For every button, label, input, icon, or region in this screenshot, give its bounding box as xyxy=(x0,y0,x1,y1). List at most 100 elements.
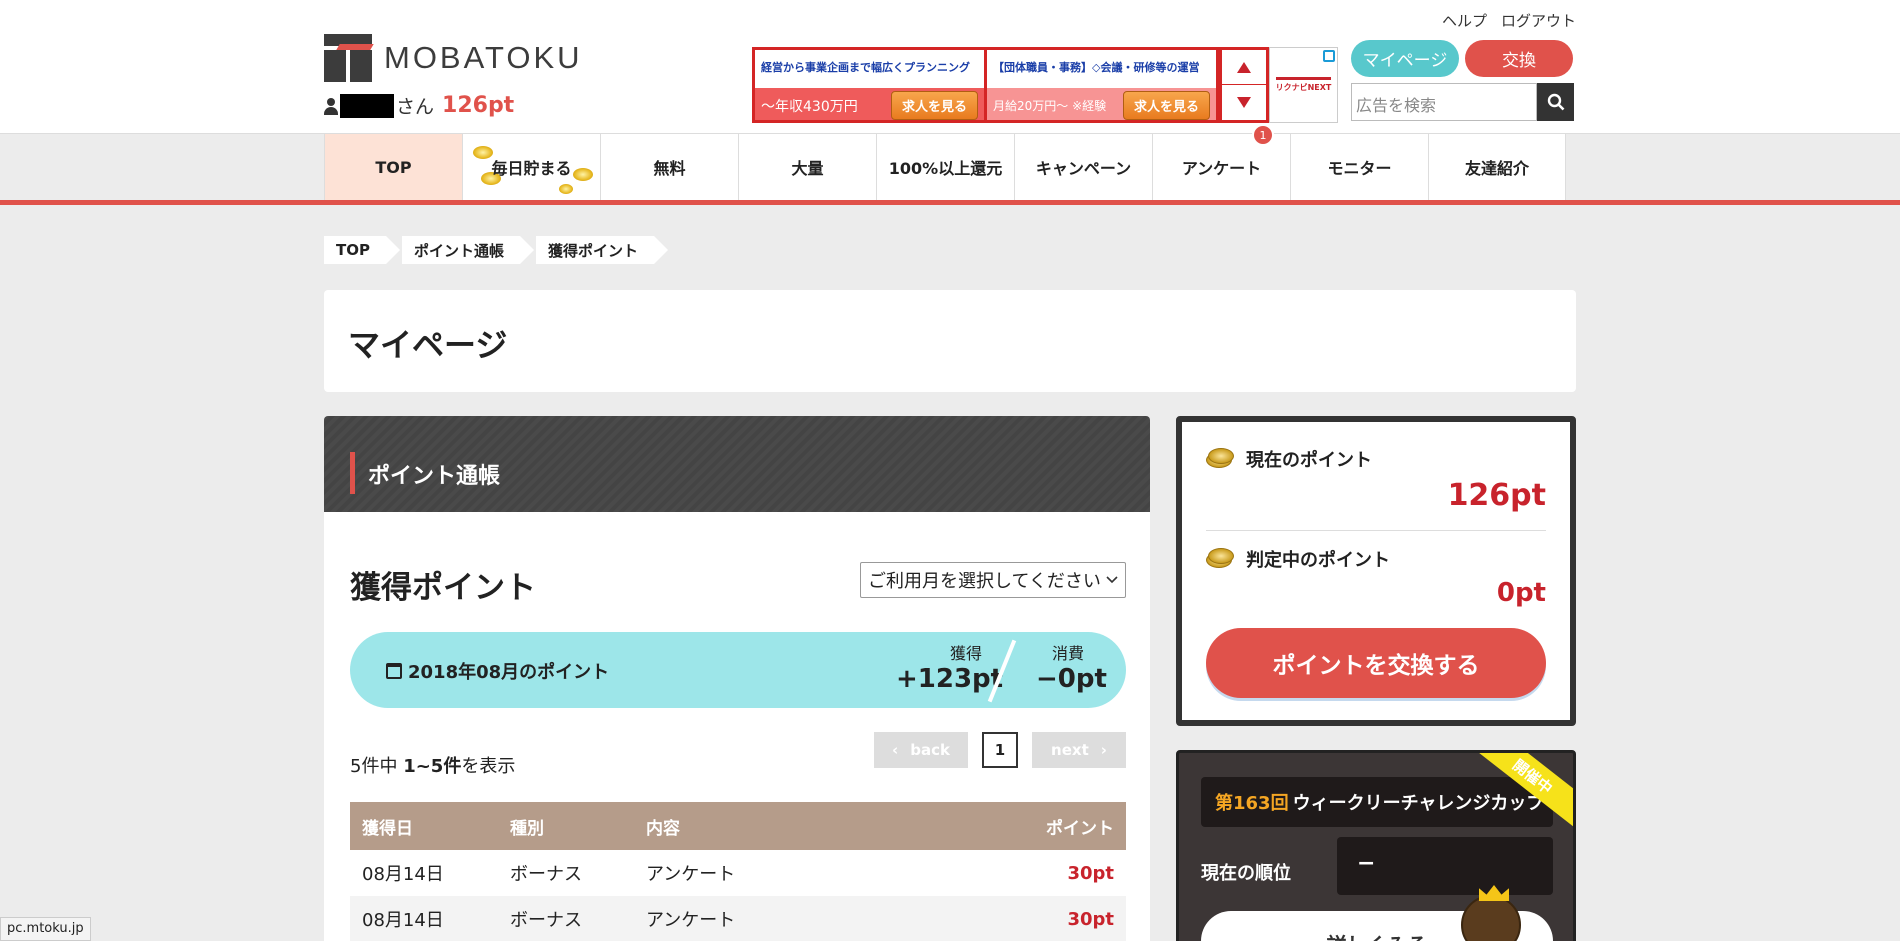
ad-item-2-title: 【団体職員・事務】◇会議・研修等の運営 xyxy=(993,61,1200,74)
result-count-prefix: 5件中 xyxy=(350,756,404,777)
panel-header-accent xyxy=(350,452,355,494)
pending-points-label: 判定中のポイント xyxy=(1246,550,1390,571)
ad-down-button[interactable] xyxy=(1222,85,1266,120)
chevron-right-icon: › xyxy=(1100,741,1107,759)
nav-item-label: 100%以上還元 xyxy=(888,159,1003,178)
user-suffix: さん xyxy=(396,96,435,118)
ad-item-2-salary: 月給20万円～ ※経験 xyxy=(993,99,1107,113)
status-bar-url: pc.mtoku.jp xyxy=(0,917,91,941)
weekly-round: 第163回 xyxy=(1215,793,1289,814)
cell-date: 08月14日 xyxy=(362,864,444,885)
exchange-points-button[interactable]: ポイントを交換する xyxy=(1206,628,1546,698)
coin-icon xyxy=(559,184,573,194)
cell-points: 30pt xyxy=(1067,908,1114,930)
col-content: 内容 xyxy=(646,818,680,839)
ad-up-button[interactable] xyxy=(1222,50,1266,85)
help-link[interactable]: ヘルプ xyxy=(1442,10,1487,31)
month-select[interactable]: ご利用月を選択してください xyxy=(860,562,1126,598)
pending-points-value: 0pt xyxy=(1496,578,1546,608)
mascot-icon xyxy=(1461,895,1521,941)
nav-underline xyxy=(0,200,1900,205)
earned-value: +123pt xyxy=(896,664,1004,694)
col-date: 獲得日 xyxy=(362,818,413,839)
breadcrumb-top[interactable]: TOP xyxy=(324,236,400,264)
main-nav: TOP 毎日貯まる 無料 大量 100%以上還元 キャンペーン アンケート モニ… xyxy=(324,134,1566,200)
ad-item-1[interactable]: 経営から事業企画まで幅広くプランニング ～年収430万円 求人を見る xyxy=(752,47,987,123)
masked-username xyxy=(340,93,394,118)
result-count-range: 1~5件 xyxy=(403,756,462,777)
nav-item-label: TOP xyxy=(375,157,412,177)
breadcrumb-earned: 獲得ポイント xyxy=(536,236,669,264)
rank-value: − xyxy=(1337,837,1553,895)
nav-item-free[interactable]: 無料 xyxy=(600,134,738,200)
ad-logo[interactable]: リクナビNEXT xyxy=(1269,47,1338,123)
pager-next-label: next xyxy=(1051,741,1089,759)
search-icon xyxy=(1547,93,1564,111)
pager-back-button[interactable]: ‹ back xyxy=(874,732,968,768)
nav-item-label: 大量 xyxy=(791,159,824,178)
summary-month: 2018年08月のポイント xyxy=(386,658,609,684)
nav-item-top[interactable]: TOP xyxy=(324,134,462,200)
logout-link[interactable]: ログアウト xyxy=(1501,10,1576,31)
current-points-row: 現在のポイント xyxy=(1206,446,1372,472)
cell-content: アンケート xyxy=(646,910,736,931)
ad-search-input[interactable]: 広告を検索 xyxy=(1351,83,1537,121)
exchange-button[interactable]: 交換 xyxy=(1465,40,1573,77)
nav-item-label: 無料 xyxy=(653,159,686,178)
nav-item-bulk[interactable]: 大量 xyxy=(738,134,876,200)
breadcrumb: TOP ポイント通帳 獲得ポイント xyxy=(324,236,669,264)
site-header: MOBATOKU さん 126pt 経営から事業企画まで幅広くプランニング ～年… xyxy=(0,0,1900,134)
site-logo[interactable]: MOBATOKU xyxy=(324,34,583,82)
table-row: 08月14日 ボーナス アンケート 30pt xyxy=(350,896,1126,941)
user-icon xyxy=(324,97,338,115)
nav-item-campaign[interactable]: キャンペーン xyxy=(1014,134,1152,200)
cell-points: 30pt xyxy=(1067,862,1114,884)
result-count-suffix: を表示 xyxy=(461,756,516,777)
divider xyxy=(1206,530,1546,531)
table-header: 獲得日 種別 内容 ポイント xyxy=(350,802,1126,850)
adchoices-icon[interactable] xyxy=(1323,50,1335,62)
mypage-button[interactable]: マイページ xyxy=(1351,40,1459,77)
logo-text: MOBATOKU xyxy=(384,40,583,75)
spent-value: −0pt xyxy=(1036,664,1107,694)
user-points: 126pt xyxy=(442,93,515,118)
ad-banner: 経営から事業企画まで幅広くプランニング ～年収430万円 求人を見る 【団体職員… xyxy=(752,47,1338,123)
arrow-down-icon xyxy=(1237,97,1251,108)
cell-content: アンケート xyxy=(646,864,736,885)
search-button[interactable] xyxy=(1537,83,1574,121)
pager-next-button[interactable]: next › xyxy=(1032,732,1126,768)
coin-icon xyxy=(573,168,593,181)
table-body: 08月14日 ボーナス アンケート 30pt 08月14日 ボーナス アンケート… xyxy=(350,850,1126,941)
summary-month-label: 2018年08月のポイント xyxy=(408,662,610,683)
pager-back-label: back xyxy=(910,741,950,759)
cell-type: ボーナス xyxy=(510,910,582,931)
nav-item-monitor[interactable]: モニター xyxy=(1290,134,1428,200)
nav-item-daily[interactable]: 毎日貯まる xyxy=(462,134,600,200)
month-select-value: ご利用月を選択してください xyxy=(868,571,1101,592)
pager-page-1[interactable]: 1 xyxy=(982,732,1018,768)
coin-icon xyxy=(1206,448,1236,470)
panel-body: 獲得ポイント ご利用月を選択してください 2018年08月のポイント 獲得 +1… xyxy=(324,512,1150,941)
ad-arrows xyxy=(1219,47,1269,123)
nav-item-label: モニター xyxy=(1327,159,1392,178)
coin-icon xyxy=(473,146,493,159)
ad-item-2-button[interactable]: 求人を見る xyxy=(1122,91,1210,120)
rank-label: 現在の順位 xyxy=(1201,863,1291,884)
ad-item-1-salary: ～年収430万円 xyxy=(761,98,858,115)
ad-item-1-title: 経営から事業企画まで幅広くプランニング xyxy=(761,61,970,74)
current-points-label: 現在のポイント xyxy=(1246,450,1372,471)
ad-item-2[interactable]: 【団体職員・事務】◇会議・研修等の運営 月給20万円～ ※経験 求人を見る xyxy=(984,47,1219,123)
points-table: 獲得日 種別 内容 ポイント 08月14日 ボーナス アンケート 30pt 08… xyxy=(350,802,1126,941)
col-points: ポイント xyxy=(1046,818,1114,839)
ad-logo-text: リクナビNEXT xyxy=(1275,77,1332,93)
cell-date: 08月14日 xyxy=(362,910,444,931)
chevron-down-icon xyxy=(1106,576,1118,584)
nav-item-100percent[interactable]: 100%以上還元 xyxy=(876,134,1014,200)
current-points-value: 126pt xyxy=(1447,478,1546,513)
cell-type: ボーナス xyxy=(510,864,582,885)
coin-icon xyxy=(1206,548,1236,570)
ad-item-1-button[interactable]: 求人を見る xyxy=(890,91,978,120)
breadcrumb-passbook[interactable]: ポイント通帳 xyxy=(401,236,535,264)
section-title: 獲得ポイント xyxy=(350,570,536,606)
nav-item-invite[interactable]: 友達紹介 xyxy=(1428,134,1566,200)
